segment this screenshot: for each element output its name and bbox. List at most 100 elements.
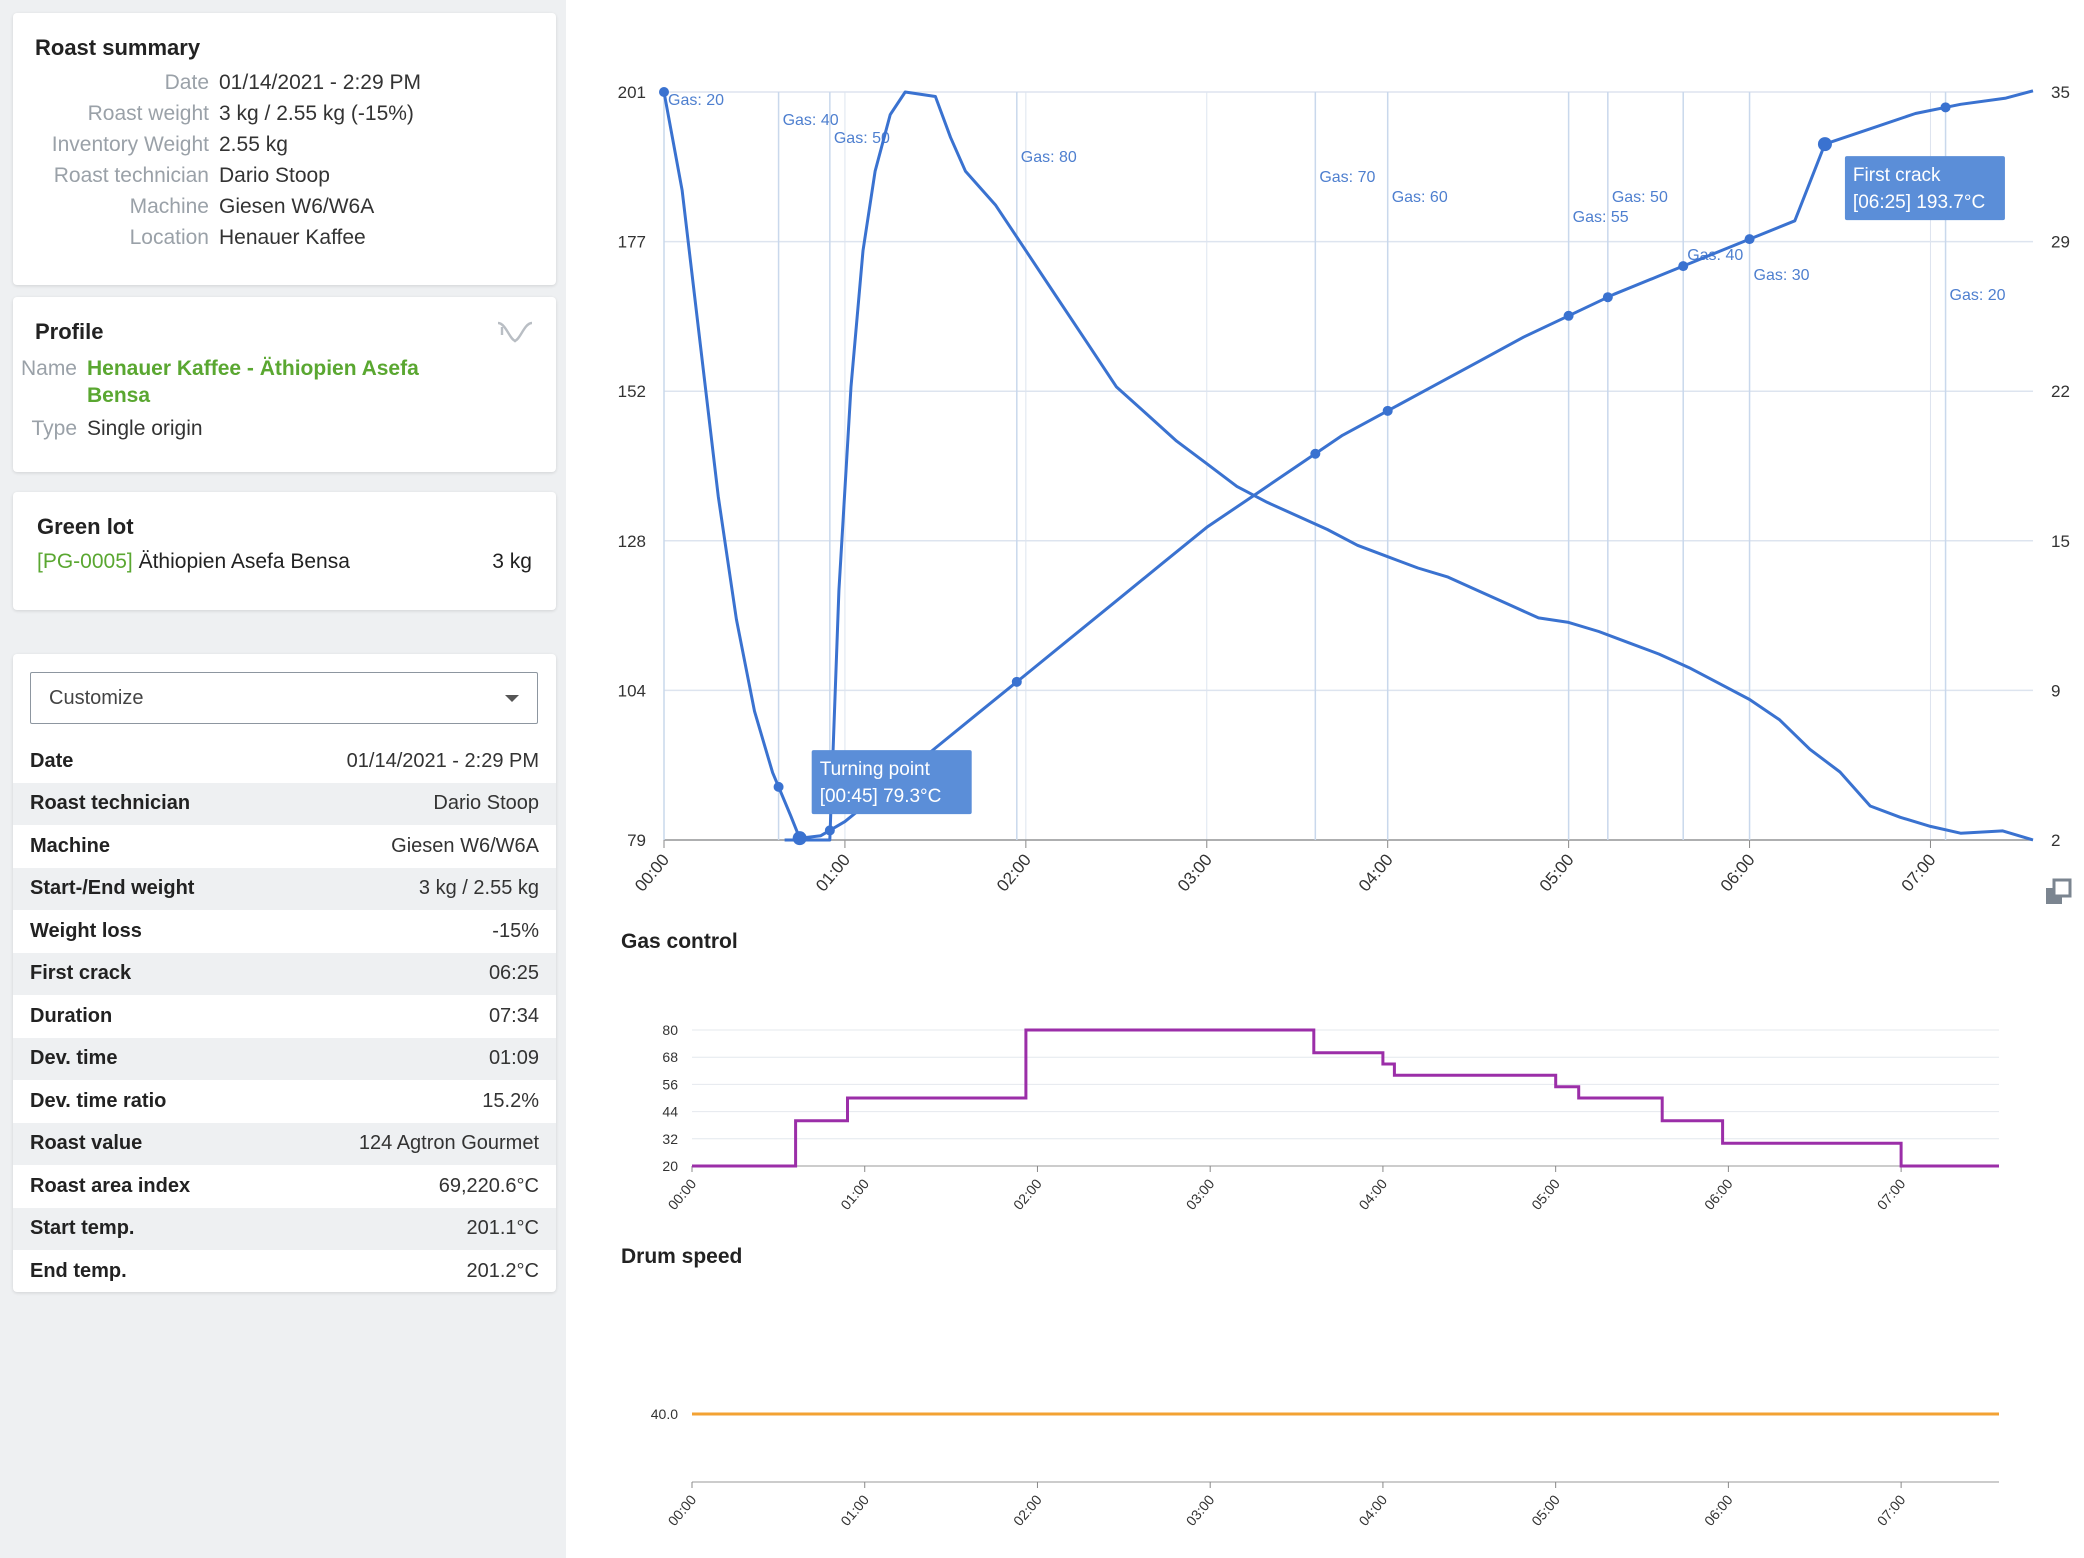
data-point bbox=[792, 831, 807, 846]
profile-name-row: Name Henauer Kaffee - Äthiopien Asefa Be… bbox=[13, 355, 534, 409]
stats-label: Start temp. bbox=[13, 1207, 267, 1250]
stats-table: Date 01/14/2021 - 2:29 PM Roast technician… bbox=[13, 740, 556, 1293]
stats-label: Dev. time bbox=[13, 1037, 267, 1080]
x-tick-label: 07:00 bbox=[1898, 850, 1940, 895]
stats-value: 124 Agtron Gourmet bbox=[266, 1122, 556, 1165]
y-left-tick-label: 152 bbox=[618, 382, 646, 401]
summary-row: Roast weight 3 kg / 2.55 kg (-15%) bbox=[13, 98, 556, 129]
y-tick-label: 32 bbox=[662, 1131, 678, 1147]
profile-card: Profile Name Henauer Kaffee - Äthiopien … bbox=[13, 297, 556, 472]
stats-row: Dev. time ratio 15.2% bbox=[13, 1080, 556, 1123]
stats-value: Dario Stoop bbox=[266, 782, 556, 825]
y-right-tick-label: 22 bbox=[2051, 382, 2070, 401]
stats-value: -15% bbox=[492, 919, 539, 942]
x-tick-label: 01:00 bbox=[837, 1491, 872, 1528]
y-tick-label: 68 bbox=[662, 1049, 678, 1065]
summary-value: 3 kg / 2.55 kg (-15%) bbox=[219, 102, 414, 125]
profile-title: Profile bbox=[35, 319, 104, 344]
y-tick-label: 40.0 bbox=[651, 1406, 678, 1422]
chevron-down-icon bbox=[505, 694, 519, 702]
data-point bbox=[1602, 292, 1613, 303]
summary-label: Roast weight bbox=[87, 102, 209, 125]
stats-row: Roast area index 69,220.6°C bbox=[13, 1165, 556, 1208]
sidebar: Roast summary Date 01/14/2021 - 2:29 PM R… bbox=[0, 0, 566, 1558]
event-marker-label: Gas: 20 bbox=[668, 92, 724, 109]
drum-speed-chart: 40.0 00:00 01:00 02:00 03:00 04:00 05:00 06:00 0… bbox=[651, 1406, 1999, 1529]
annotation-value: [00:45] 79.3°C bbox=[820, 786, 942, 807]
green-lot-card: Green lot [PG-0005] Äthiopien Asefa Bens… bbox=[13, 492, 556, 610]
green-lot-qty: 3 kg bbox=[492, 550, 532, 573]
x-tick-label: 06:00 bbox=[1701, 1175, 1736, 1212]
stats-value: 201.2°C bbox=[466, 1259, 540, 1282]
summary-value: 01/14/2021 - 2:29 PM bbox=[219, 71, 421, 94]
customize-select-value: Customize bbox=[49, 686, 144, 709]
summary-row: Machine Giesen W6/W6A bbox=[13, 191, 556, 222]
stats-row: Dev. time 01:09 bbox=[13, 1037, 556, 1080]
y-tick-label: 44 bbox=[662, 1104, 678, 1120]
summary-label: Machine bbox=[129, 195, 209, 218]
event-marker-label: Gas: 50 bbox=[1612, 189, 1668, 206]
summary-label: Date bbox=[164, 71, 209, 94]
data-point bbox=[1310, 448, 1321, 459]
green-lot-row: [PG-0005] Äthiopien Asefa Bensa 3 kg bbox=[37, 550, 532, 574]
stats-label: Weight loss bbox=[30, 919, 142, 942]
annotation-title: First crack bbox=[1853, 165, 1941, 186]
profile-name-label: Name bbox=[20, 357, 77, 380]
stats-value: 06:25 bbox=[266, 952, 556, 995]
summary-row: Roast technician Dario Stoop bbox=[13, 160, 556, 191]
annotation-value: [06:25] 193.7°C bbox=[1853, 192, 1985, 213]
y-right-tick-label: 15 bbox=[2051, 532, 2070, 551]
unlink-curves-icon[interactable] bbox=[496, 319, 534, 345]
stats-row: Weight loss -15% bbox=[13, 910, 556, 953]
summary-value: Dario Stoop bbox=[219, 164, 330, 187]
stats-value: 69,220.6°C bbox=[438, 1174, 539, 1197]
stats-label: Dev. time ratio bbox=[30, 1089, 167, 1112]
stats-label: End temp. bbox=[30, 1259, 127, 1282]
stats-row: End temp. 201.2°C bbox=[13, 1250, 556, 1293]
summary-label: Roast technician bbox=[53, 164, 209, 187]
summary-value: Giesen W6/W6A bbox=[219, 195, 375, 218]
customize-select[interactable]: Customize bbox=[30, 672, 538, 724]
stats-label: First crack bbox=[13, 952, 267, 995]
summary-row: Inventory Weight 2.55 kg bbox=[13, 129, 556, 160]
x-tick-label: 00:00 bbox=[665, 1491, 700, 1528]
x-tick-label: 04:00 bbox=[1355, 1175, 1390, 1212]
stats-row: Duration 07:34 bbox=[13, 995, 556, 1038]
profile-name-link[interactable]: Henauer Kaffee - Äthiopien Asefa Bensa bbox=[87, 355, 457, 409]
data-point bbox=[1563, 310, 1574, 321]
event-marker-label: Gas: 30 bbox=[1754, 267, 1810, 284]
x-tick-label: 02:00 bbox=[993, 850, 1035, 895]
expand-icon[interactable] bbox=[2044, 878, 2072, 906]
event-marker-label: Gas: 80 bbox=[1021, 149, 1077, 166]
stats-value: Giesen W6/W6A bbox=[391, 834, 539, 857]
x-tick-label: 03:00 bbox=[1174, 850, 1216, 895]
event-marker-label: Gas: 70 bbox=[1319, 169, 1375, 186]
main-charts: 79 104 128 152 177 201 2 9 15 22 29 35 00:00 01:00 02:… bbox=[566, 0, 2084, 1558]
data-point bbox=[1011, 676, 1022, 687]
data-point bbox=[773, 781, 784, 792]
green-lot-code-link[interactable]: [PG-0005] bbox=[37, 550, 133, 573]
stats-label: Start-/End weight bbox=[13, 867, 267, 910]
stats-label: Roast value bbox=[13, 1122, 267, 1165]
x-tick-label: 02:00 bbox=[1010, 1491, 1045, 1528]
gas-control-title: Gas control bbox=[621, 930, 738, 953]
y-right-tick-label: 35 bbox=[2051, 83, 2070, 102]
stats-label: Roast technician bbox=[13, 782, 267, 825]
profile-type-row: Type Single origin bbox=[13, 413, 534, 444]
stats-value: 201.1°C bbox=[266, 1207, 556, 1250]
green-lot-title: Green lot bbox=[37, 514, 134, 539]
summary-label: Inventory Weight bbox=[51, 133, 209, 156]
data-point bbox=[1940, 102, 1951, 113]
annotation-title: Turning point bbox=[820, 759, 931, 780]
x-tick-label: 05:00 bbox=[1536, 850, 1578, 895]
x-tick-label: 01:00 bbox=[812, 850, 854, 895]
x-tick-label: 05:00 bbox=[1528, 1175, 1563, 1212]
stats-value: 3 kg / 2.55 kg bbox=[266, 867, 556, 910]
stats-row: Machine Giesen W6/W6A bbox=[13, 825, 556, 868]
event-marker-label: Gas: 60 bbox=[1392, 189, 1448, 206]
data-point bbox=[1382, 405, 1393, 416]
profile-type-label: Type bbox=[31, 417, 77, 440]
y-left-tick-label: 104 bbox=[618, 681, 646, 700]
x-tick-label: 00:00 bbox=[665, 1175, 700, 1212]
x-tick-label: 05:00 bbox=[1528, 1491, 1563, 1528]
